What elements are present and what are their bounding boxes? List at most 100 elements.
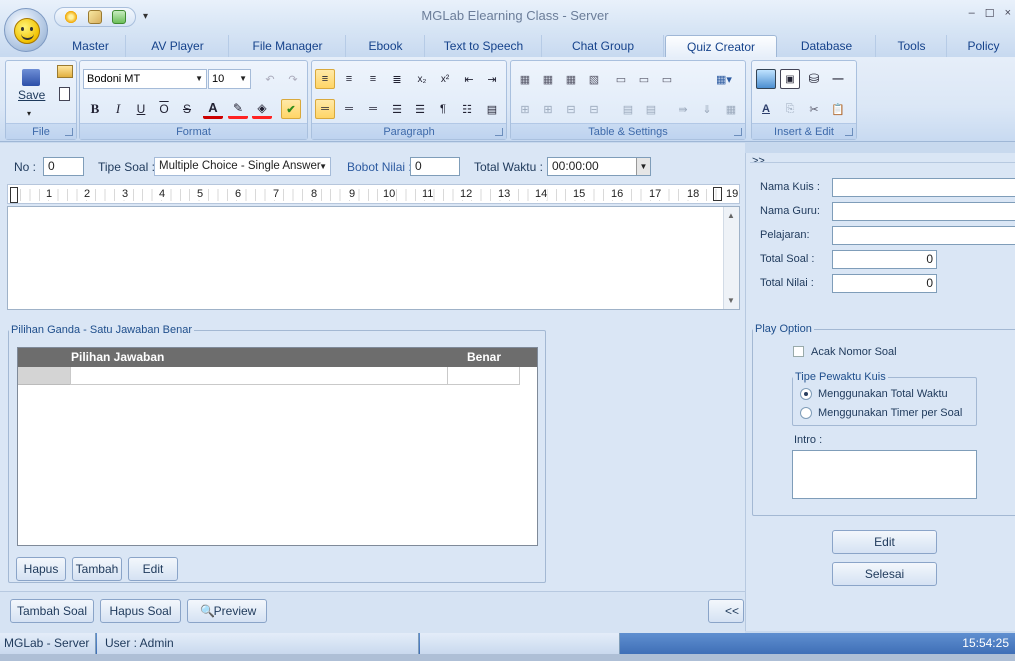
font-color-icon[interactable]: A: [203, 99, 223, 119]
insert-image-icon[interactable]: [756, 69, 776, 89]
decrease-indent-icon[interactable]: ⇤: [459, 69, 479, 89]
tab-text-to-speech[interactable]: Text to Speech: [426, 35, 542, 58]
weight-field[interactable]: 0: [410, 157, 460, 176]
undo-icon[interactable]: ↶: [260, 69, 280, 89]
underline-icon[interactable]: U: [131, 99, 151, 119]
add-answer-button[interactable]: Tambah: [72, 557, 122, 581]
open-folder-icon[interactable]: [57, 65, 73, 78]
answer-cell[interactable]: [70, 367, 448, 385]
table-border-none-icon[interactable]: ▧: [584, 69, 604, 89]
paragraph-settings-icon[interactable]: ▤: [482, 99, 502, 119]
close-button[interactable]: ×: [1005, 7, 1011, 20]
insert-line-icon[interactable]: —: [828, 69, 848, 89]
tab-quiz-creator[interactable]: Quiz Creator: [665, 35, 777, 59]
tab-tools[interactable]: Tools: [877, 35, 947, 58]
cell-align-icon[interactable]: ⇛: [673, 99, 693, 119]
align-right-icon[interactable]: ≡: [363, 69, 383, 89]
editor-scrollbar[interactable]: ▲ ▼: [723, 207, 739, 309]
left-indent-marker-icon[interactable]: [10, 187, 18, 203]
delete-question-button[interactable]: Hapus Soal: [100, 599, 181, 623]
insert-table-icon[interactable]: ▦▾: [709, 69, 739, 89]
file-dialog-launcher-icon[interactable]: [65, 128, 73, 136]
tab-av-player[interactable]: AV Player: [127, 35, 229, 58]
bullet-list-icon[interactable]: ☰: [387, 99, 407, 119]
font-size-select[interactable]: 10 ▼: [208, 69, 251, 89]
redo-icon[interactable]: ↷: [283, 69, 303, 89]
correct-cell[interactable]: [448, 367, 520, 385]
superscript-icon[interactable]: x²: [435, 69, 455, 89]
paragraph-mark-icon[interactable]: ¶: [433, 99, 453, 119]
finish-button[interactable]: Selesai: [832, 562, 937, 586]
chevron-down-icon[interactable]: ▼: [636, 158, 650, 175]
insert-dialog-launcher-icon[interactable]: [845, 128, 853, 136]
intro-textarea[interactable]: [792, 450, 977, 499]
tab-file-manager[interactable]: File Manager: [230, 35, 346, 58]
list-style-icon[interactable]: ☷: [457, 99, 477, 119]
question-type-select[interactable]: Multiple Choice - Single Answer ▼: [154, 157, 331, 176]
paragraph-dialog-launcher-icon[interactable]: [495, 128, 503, 136]
quiz-name-field[interactable]: [832, 178, 1015, 197]
line-spacing-single-icon[interactable]: ═: [315, 99, 335, 119]
question-text-editor[interactable]: ▲ ▼: [7, 206, 740, 310]
bold-icon[interactable]: B: [85, 99, 105, 119]
insert-column-icon[interactable]: ⊞: [538, 99, 558, 119]
edit-quiz-button[interactable]: Edit: [832, 530, 937, 554]
table-border-outer-icon[interactable]: ▦: [561, 69, 581, 89]
insert-equation-icon[interactable]: ⛁: [804, 69, 824, 89]
row-selector[interactable]: [18, 367, 70, 385]
subject-field[interactable]: [832, 226, 1015, 245]
overline-icon[interactable]: O: [154, 99, 174, 119]
previous-question-button[interactable]: << S: [708, 599, 744, 623]
copy-icon[interactable]: ⎘: [780, 99, 800, 119]
scroll-up-icon[interactable]: ▲: [727, 211, 735, 220]
page-bottom-icon[interactable]: ▭: [657, 69, 677, 89]
table-border-all-icon[interactable]: ▦: [515, 69, 535, 89]
fill-color-icon[interactable]: ◈: [252, 99, 272, 119]
delete-row-icon[interactable]: ⊟: [561, 99, 581, 119]
random-order-checkbox[interactable]: [793, 346, 804, 357]
table-properties-icon[interactable]: ▦: [721, 99, 741, 119]
save-button[interactable]: Save: [18, 88, 45, 102]
cut-icon[interactable]: ✂: [804, 99, 824, 119]
insert-object-icon[interactable]: ▣: [780, 69, 800, 89]
new-document-icon[interactable]: [59, 87, 70, 101]
delete-column-icon[interactable]: ⊟: [584, 99, 604, 119]
increase-indent-icon[interactable]: ⇥: [482, 69, 502, 89]
page-top-icon[interactable]: ▭: [611, 69, 631, 89]
tab-ebook[interactable]: Ebook: [347, 35, 425, 58]
total-time-field[interactable]: 00:00:00 ▼: [547, 157, 651, 176]
numbered-list-icon[interactable]: ☰: [410, 99, 430, 119]
panel-toggle-button[interactable]: >>: [752, 155, 765, 167]
line-spacing-medium-icon[interactable]: ═: [339, 99, 359, 119]
question-number-field[interactable]: 0: [43, 157, 84, 176]
highlight-pen-icon[interactable]: ✎: [228, 99, 248, 119]
app-menu-orb[interactable]: [4, 8, 48, 52]
merge-cells-icon[interactable]: ▤: [618, 99, 638, 119]
delete-answer-button[interactable]: Hapus: [16, 557, 66, 581]
cell-valign-icon[interactable]: ⇓: [697, 99, 717, 119]
line-spacing-double-icon[interactable]: ═: [363, 99, 383, 119]
save-dropdown-icon[interactable]: ▾: [27, 109, 31, 118]
align-center-icon[interactable]: ≡: [339, 69, 359, 89]
timer-per-question-radio[interactable]: [800, 407, 812, 419]
answers-grid[interactable]: Pilihan Jawaban Benar: [17, 347, 538, 546]
tab-chat-group[interactable]: Chat Group: [543, 35, 664, 58]
teacher-field[interactable]: [832, 202, 1015, 221]
page-middle-icon[interactable]: ▭: [634, 69, 654, 89]
justify-icon[interactable]: ≣: [387, 69, 407, 89]
table-border-inner-icon[interactable]: ▦: [538, 69, 558, 89]
align-left-icon[interactable]: ≡: [315, 69, 335, 89]
maximize-button[interactable]: ☐: [985, 7, 995, 20]
preview-button[interactable]: 🔍 Preview: [187, 599, 267, 623]
add-question-button[interactable]: Tambah Soal: [10, 599, 94, 623]
minimize-button[interactable]: –: [969, 7, 975, 20]
edit-answer-button[interactable]: Edit: [128, 557, 178, 581]
tab-master[interactable]: Master: [56, 35, 126, 58]
split-cells-icon[interactable]: ▤: [641, 99, 661, 119]
font-family-select[interactable]: Bodoni MT ▼: [83, 69, 207, 89]
tab-policy[interactable]: Policy: [948, 35, 1015, 58]
timer-total-radio[interactable]: [800, 388, 812, 400]
italic-icon[interactable]: I: [108, 99, 128, 119]
scroll-down-icon[interactable]: ▼: [727, 296, 735, 305]
text-style-icon[interactable]: A: [756, 99, 776, 119]
